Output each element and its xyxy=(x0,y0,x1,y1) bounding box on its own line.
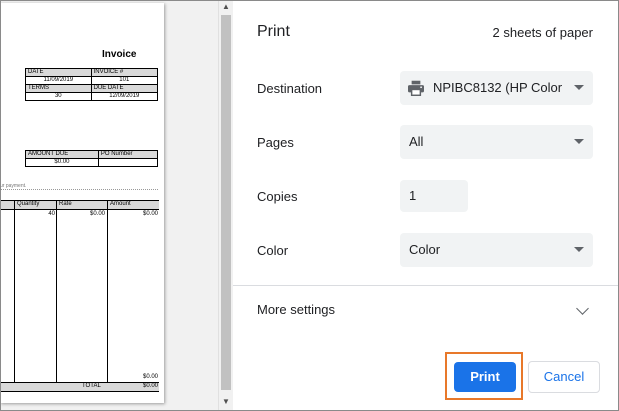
items-column xyxy=(14,201,57,391)
invoice-info-table: DATE INVOICE # 11/09/2019 101 TERMS DUE … xyxy=(25,68,159,101)
invoice-title: Invoice xyxy=(102,49,137,60)
amount-due-table: AMOUNT DUE PO Number $0.00 xyxy=(25,150,159,167)
items-header-amount: Amount xyxy=(110,201,131,207)
payment-divider xyxy=(0,189,158,190)
items-header-rate: Rate xyxy=(59,201,72,207)
total-label: TOTAL xyxy=(82,383,101,389)
sheet-count: 2 sheets of paper xyxy=(492,25,593,40)
cancel-button[interactable]: Cancel xyxy=(528,361,600,393)
table-cell: PO Number xyxy=(97,150,159,159)
color-value: Color xyxy=(409,242,441,257)
items-total-row xyxy=(0,382,159,391)
destination-value: NPIBC8132 (HP Color xyxy=(433,80,563,95)
color-label: Color xyxy=(257,243,289,258)
item-amount: $0.00 xyxy=(142,211,158,217)
items-column xyxy=(56,201,108,391)
table-cell: AMOUNT DUE xyxy=(25,150,99,159)
preview-scrollbar[interactable]: ▲ ▼ xyxy=(218,0,233,411)
total-value: $0.00 xyxy=(142,383,158,389)
copies-value: 1 xyxy=(409,188,417,203)
preview-page: Invoice DATE INVOICE # 11/09/2019 101 TE… xyxy=(0,3,164,403)
table-cell: TERMS xyxy=(25,84,92,93)
items-header-quantity: Quantity xyxy=(17,201,40,207)
print-preview[interactable]: Invoice DATE INVOICE # 11/09/2019 101 TE… xyxy=(0,0,218,411)
color-select[interactable]: Color xyxy=(400,233,593,267)
printer-icon xyxy=(408,80,424,96)
copies-label: Copies xyxy=(257,189,298,204)
table-cell: 12/09/2019 xyxy=(90,92,159,101)
copies-input[interactable]: 1 xyxy=(400,180,468,212)
item-rate: $0.00 xyxy=(89,211,105,217)
destination-select[interactable]: NPIBC8132 (HP Color xyxy=(400,71,593,105)
scrollbar-thumb[interactable] xyxy=(221,15,231,390)
dropdown-arrow-icon xyxy=(574,247,584,252)
chevron-down-icon[interactable] xyxy=(576,302,589,315)
table-cell: $0.00 xyxy=(25,158,99,167)
scroll-up-icon[interactable]: ▲ xyxy=(222,3,230,11)
print-button-highlight: Print xyxy=(445,352,523,400)
dropdown-arrow-icon xyxy=(574,85,584,90)
table-cell: 30 xyxy=(25,92,92,101)
subtotal-value: $0.00 xyxy=(142,374,158,380)
print-button[interactable]: Print xyxy=(454,362,516,392)
item-quantity: 40 xyxy=(48,211,55,217)
scroll-down-icon[interactable]: ▼ xyxy=(222,398,230,406)
pages-select[interactable]: All xyxy=(400,125,593,159)
pages-label: Pages xyxy=(257,135,294,150)
table-cell: 11/09/2019 xyxy=(25,76,92,85)
pages-value: All xyxy=(409,134,424,149)
dropdown-arrow-icon xyxy=(574,139,584,144)
section-divider xyxy=(233,285,619,286)
table-cell: DATE xyxy=(25,68,92,77)
destination-label: Destination xyxy=(257,81,323,96)
table-cell: 101 xyxy=(90,76,159,85)
table-cell: DUE DATE xyxy=(90,84,159,93)
items-column xyxy=(0,201,15,391)
dialog-title: Print xyxy=(257,23,290,40)
table-cell xyxy=(97,158,159,167)
items-table: Quantity Rate Amount 40 $0.00 $0.00 $0.0… xyxy=(0,200,159,392)
more-settings-toggle[interactable]: More settings xyxy=(257,302,335,317)
table-cell: INVOICE # xyxy=(90,68,159,77)
print-settings-panel: Print 2 sheets of paper Destination NPIB… xyxy=(233,0,619,411)
